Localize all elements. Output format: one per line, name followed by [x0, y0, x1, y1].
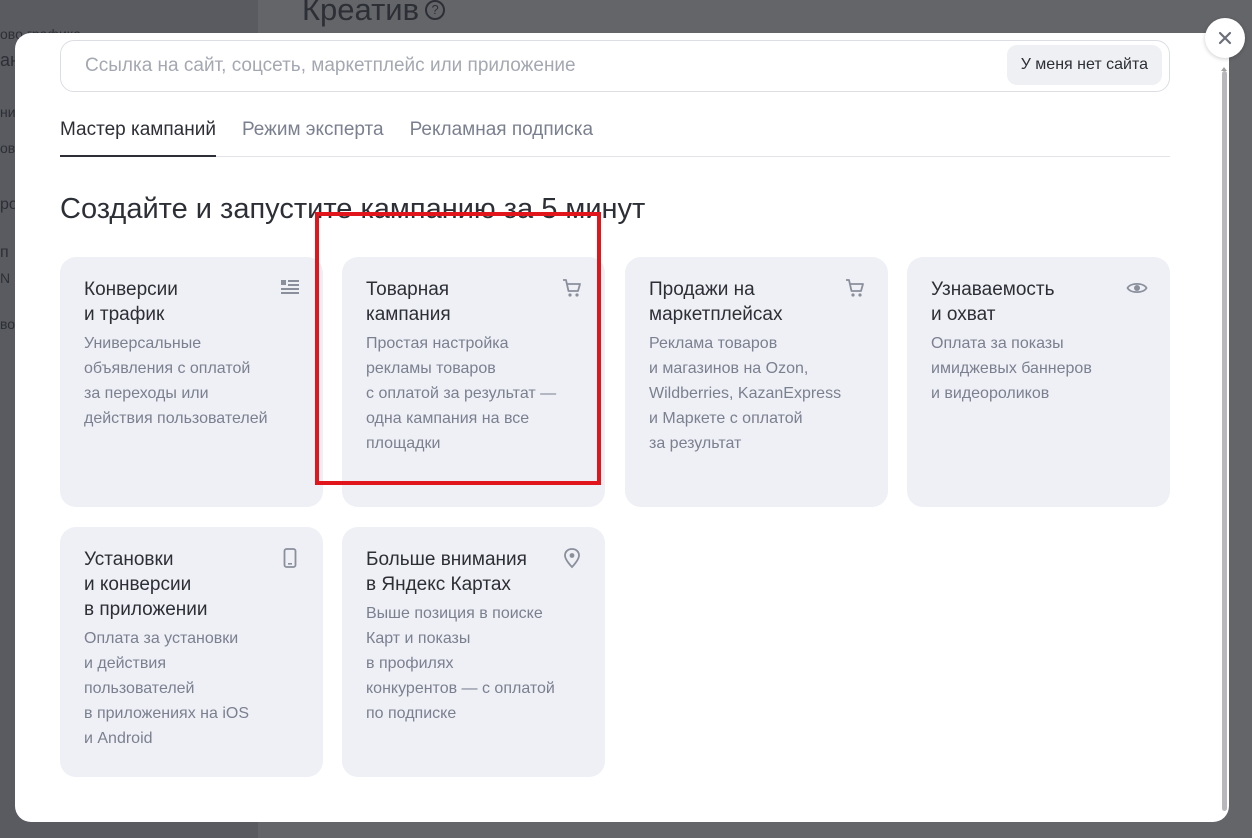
phone-icon [279, 547, 301, 569]
card-title: Товарная кампания [366, 279, 451, 325]
card-description: Универсальные объявления с оплатой за пе… [84, 335, 268, 427]
card-title: Продажи на маркетплейсах [649, 279, 783, 325]
eye-icon [1126, 277, 1148, 299]
card-description: Оплата за показы имиджевых баннеров и ви… [931, 335, 1092, 402]
cart-icon [844, 277, 866, 299]
cart-icon [561, 277, 583, 299]
site-url-field[interactable]: У меня нет сайта [60, 40, 1170, 92]
sidebar-fragment: ни [0, 104, 16, 120]
create-campaign-modal: У меня нет сайта Мастер кампаний Режим э… [15, 33, 1229, 822]
card-description: Простая настройка рекламы товаров с опла… [366, 335, 557, 452]
campaign-card-app-installs[interactable]: Установки и конверсии в приложении Оплат… [60, 527, 323, 777]
card-title: Конверсии и трафик [84, 279, 178, 325]
card-description: Реклама товаров и магазинов на Ozon, Wil… [649, 335, 842, 452]
campaign-card-yandex-maps[interactable]: Больше внимания в Яндекс Картах Выше поз… [342, 527, 605, 777]
card-title: Узнаваемость и охват [931, 279, 1055, 325]
close-modal-button[interactable] [1205, 18, 1245, 58]
sidebar-fragment: N [0, 270, 11, 286]
sidebar-fragment: во [0, 316, 16, 332]
card-title: Больше внимания в Яндекс Картах [366, 549, 527, 595]
campaign-card-product-campaign[interactable]: Товарная кампания Простая настройка рекл… [342, 257, 605, 507]
campaign-card-awareness-reach[interactable]: Узнаваемость и охват Оплата за показы им… [907, 257, 1170, 507]
card-description: Оплата за установки и действия пользоват… [84, 630, 250, 747]
modal-scrollbar[interactable] [1219, 33, 1229, 822]
location-pin-icon [561, 547, 583, 569]
list-icon [279, 277, 301, 299]
tab-campaign-master[interactable]: Мастер кампаний [60, 119, 216, 157]
campaign-card-marketplace-sales[interactable]: Продажи на маркетплейсах Реклама товаров… [625, 257, 888, 507]
sidebar-fragment: п [0, 244, 9, 261]
card-description: Выше позиция в поиске Карт и показы в пр… [366, 605, 555, 722]
campaign-card-conversions-traffic[interactable]: Конверсии и трафик Универсальные объявле… [60, 257, 323, 507]
no-site-button[interactable]: У меня нет сайта [1006, 45, 1162, 85]
background-page-title: Креатив? [302, 0, 446, 28]
tab-ad-subscription[interactable]: Рекламная подписка [410, 119, 594, 157]
scrollbar-thumb[interactable] [1222, 71, 1227, 811]
sidebar-fragment: ов [0, 140, 16, 156]
close-icon [1217, 30, 1233, 46]
tab-expert-mode[interactable]: Режим эксперта [242, 119, 384, 157]
card-title: Установки и конверсии в приложении [84, 549, 208, 620]
help-icon: ? [425, 0, 446, 20]
modal-heading: Создайте и запустите кампанию за 5 минут [60, 193, 646, 225]
campaign-mode-tabs: Мастер кампаний Режим эксперта Рекламная… [60, 119, 1170, 157]
